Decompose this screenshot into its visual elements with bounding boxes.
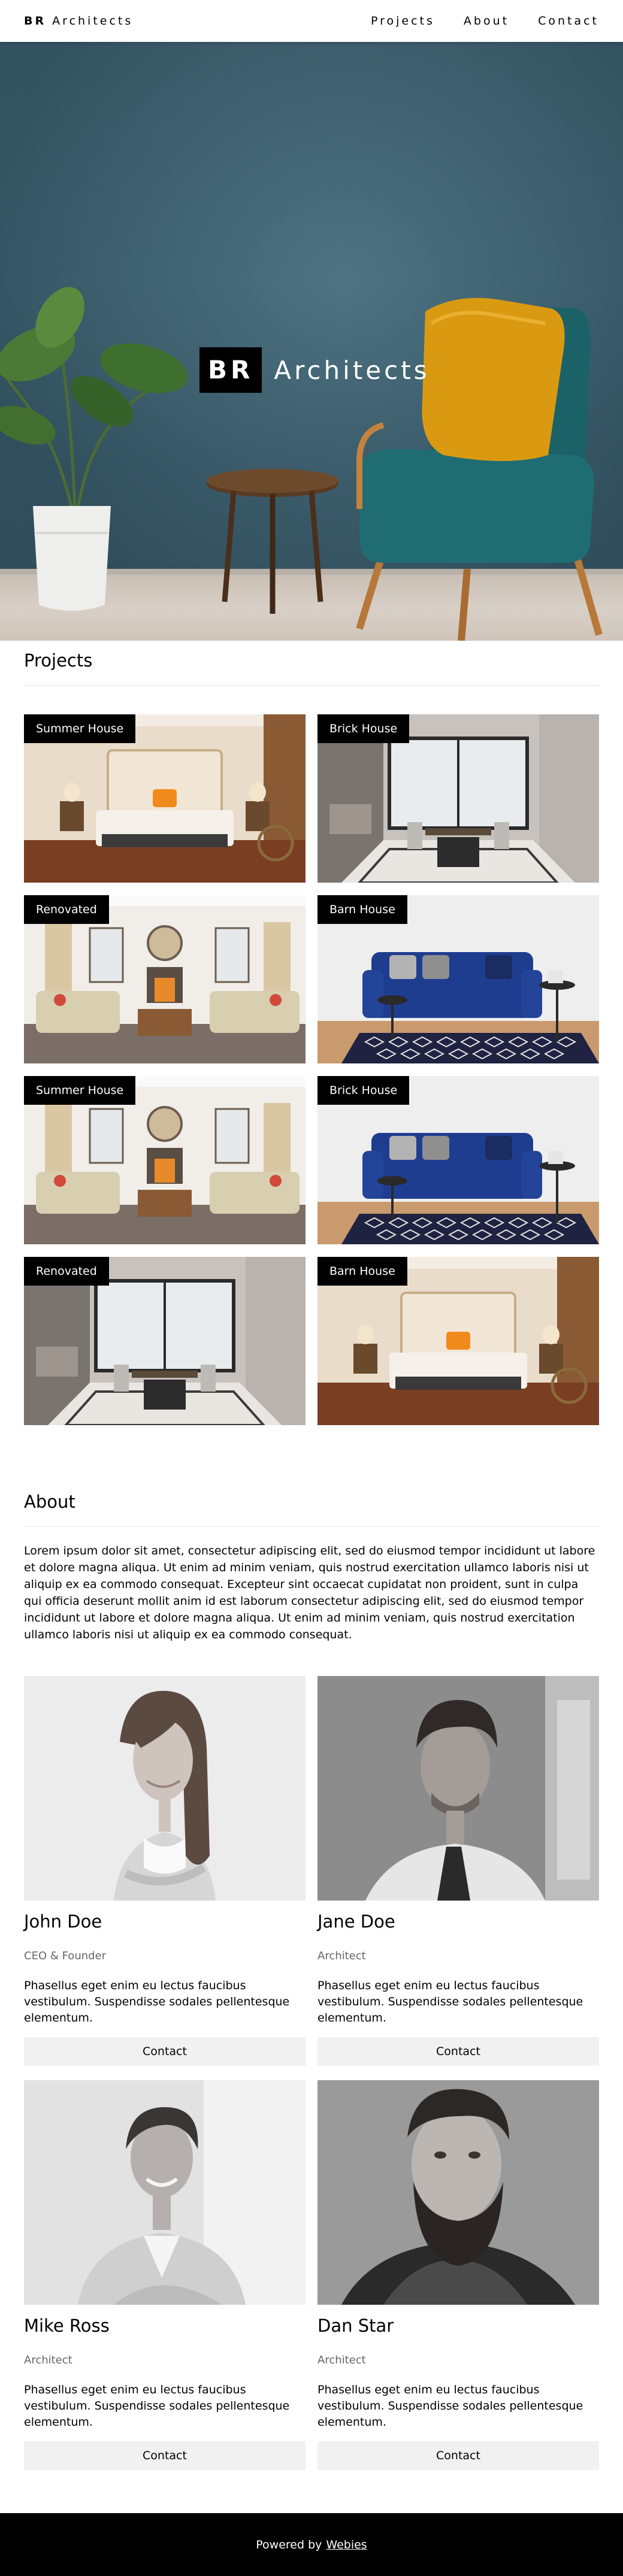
- about-text: Lorem ipsum dolor sit amet, consectetur …: [24, 1544, 595, 1641]
- project-label: Brick House: [317, 714, 410, 743]
- project-card[interactable]: Renovated: [24, 895, 306, 1063]
- project-card[interactable]: Summer House: [24, 714, 306, 883]
- side-table: [207, 469, 338, 614]
- team-photo-dan: [317, 2080, 599, 2305]
- hero-title-text: Architects: [274, 355, 430, 385]
- contact-button[interactable]: Contact: [24, 2441, 306, 2470]
- team-member-desc: Phasellus eget enim eu lectus faucibus v…: [24, 1979, 290, 2025]
- footer-text: Powered by: [256, 2538, 322, 2551]
- project-card[interactable]: Barn House: [317, 1257, 599, 1425]
- team-member-name: Jane Doe: [317, 1911, 395, 1932]
- project-card[interactable]: Renovated: [24, 1257, 306, 1425]
- contact-button[interactable]: Contact: [24, 2037, 306, 2066]
- nav-projects-link[interactable]: Projects: [356, 0, 449, 42]
- team-member-desc: Phasellus eget enim eu lectus faucibus v…: [24, 2383, 290, 2429]
- brand-text: Architects: [52, 14, 134, 28]
- team-member-role: Architect: [317, 2354, 366, 2366]
- hero-banner: BR Architects: [0, 42, 623, 641]
- project-card[interactable]: Brick House: [317, 1076, 599, 1244]
- brand-bold: BR: [24, 14, 47, 28]
- team-photo-mike: [24, 2080, 306, 2305]
- project-card[interactable]: Summer House: [24, 1076, 306, 1244]
- team-member-card: Dan Star Architect Phasellus eget enim e…: [317, 2080, 599, 2470]
- team-grid: John Doe CEO & Founder Phasellus eget en…: [24, 1676, 599, 2484]
- project-card[interactable]: Brick House: [317, 714, 599, 883]
- about-title: About: [24, 1482, 599, 1527]
- top-navbar: BR Architects Projects About Contact: [0, 0, 623, 42]
- contact-button[interactable]: Contact: [317, 2441, 599, 2470]
- project-label: Renovated: [24, 895, 109, 924]
- project-label: Summer House: [24, 714, 136, 743]
- footer: Powered by Webies: [0, 2513, 623, 2576]
- hero-title: BR Architects: [199, 347, 430, 393]
- team-photo-john: [24, 1676, 306, 1901]
- nav-contact-link[interactable]: Contact: [524, 0, 599, 42]
- project-label: Summer House: [24, 1076, 136, 1105]
- project-label: Brick House: [317, 1076, 410, 1105]
- monstera-plant: [0, 287, 188, 510]
- projects-title: Projects: [24, 641, 599, 686]
- team-member-role: CEO & Founder: [24, 1950, 107, 1962]
- team-member-name: John Doe: [24, 1911, 102, 1932]
- nav-about-link[interactable]: About: [449, 0, 524, 42]
- project-label: Renovated: [24, 1257, 109, 1286]
- plant-pot: [33, 506, 111, 611]
- team-member-card: Mike Ross Architect Phasellus eget enim …: [24, 2080, 306, 2470]
- team-member-card: Jane Doe Architect Phasellus eget enim e…: [317, 1676, 599, 2066]
- nav-menu: Projects About Contact: [356, 0, 599, 42]
- team-member-desc: Phasellus eget enim eu lectus faucibus v…: [317, 2383, 583, 2429]
- team-member-name: Dan Star: [317, 2316, 394, 2336]
- project-label: Barn House: [317, 1257, 407, 1286]
- projects-grid: Summer House Brick House Renovated Barn …: [24, 714, 599, 1425]
- footer-link[interactable]: Webies: [326, 2538, 367, 2551]
- project-label: Barn House: [317, 895, 407, 924]
- hero-title-tag: BR: [199, 347, 262, 393]
- hero-illustration: [0, 287, 603, 641]
- projects-section: Projects Summer House Brick House Renova…: [0, 641, 623, 2484]
- team-member-desc: Phasellus eget enim eu lectus faucibus v…: [317, 1979, 583, 2025]
- contact-button[interactable]: Contact: [317, 2037, 599, 2066]
- brand-logo[interactable]: BR Architects: [24, 0, 133, 42]
- team-member-role: Architect: [24, 2354, 72, 2366]
- team-member-card: John Doe CEO & Founder Phasellus eget en…: [24, 1676, 306, 2066]
- team-member-name: Mike Ross: [24, 2316, 110, 2336]
- team-photo-jane: [317, 1676, 599, 1901]
- project-card[interactable]: Barn House: [317, 895, 599, 1063]
- team-member-role: Architect: [317, 1950, 366, 1962]
